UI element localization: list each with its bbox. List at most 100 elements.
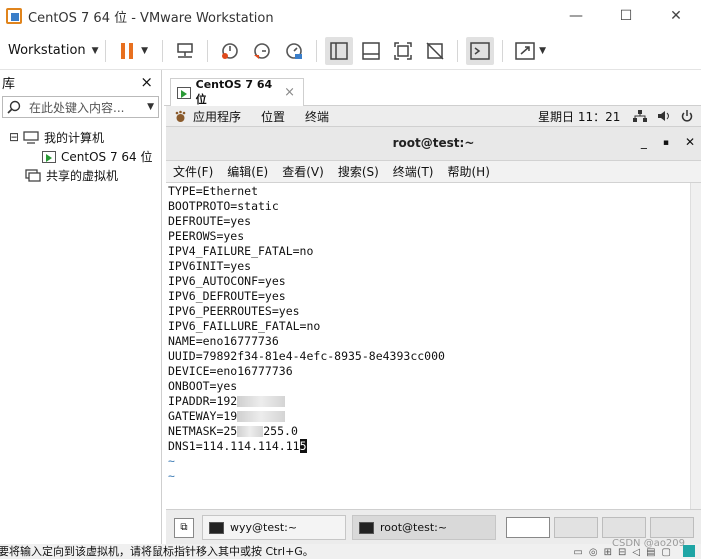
toolbar-divider: [104, 39, 106, 62]
collapse-toggle[interactable]: ⊟: [9, 131, 19, 143]
workspace-4[interactable]: [650, 517, 694, 538]
workstation-menu[interactable]: Workstation ▼: [8, 43, 99, 58]
terminal-title: root@test:~: [392, 136, 475, 150]
workspace-3[interactable]: [602, 517, 646, 538]
toolbar: Workstation ▼ ▼ ▼: [0, 32, 701, 70]
task-label: root@test:~: [380, 521, 448, 534]
library-view-icon: [329, 41, 348, 60]
terminal-close-button[interactable]: ✕: [685, 135, 695, 151]
terminal-line-ipaddr: IPADDR=192: [168, 394, 690, 409]
window-title: CentOS 7 64 位 - VMware Workstation: [28, 10, 274, 26]
snapshot-manager-button[interactable]: [280, 37, 308, 65]
redacted-value: [237, 396, 286, 407]
workspace-1[interactable]: [506, 517, 550, 538]
watermark: CSDN @ao209: [612, 538, 686, 549]
unity-mode-icon: [426, 41, 444, 60]
clock[interactable]: 星期日 11：21: [538, 108, 620, 125]
task-label: wyy@test:~: [230, 521, 298, 534]
chevron-down-icon[interactable]: ▼: [147, 102, 154, 112]
chevron-down-icon: ▼: [539, 45, 547, 56]
redacted-value: [237, 411, 286, 422]
terminal-line-dns: DNS1=114.114.114.115: [168, 439, 690, 454]
redacted-value: [237, 426, 264, 437]
console-view-button[interactable]: [465, 36, 494, 65]
terminal-line: IPV6INIT=yes: [168, 259, 252, 273]
ipaddr-text: IPADDR=192: [168, 394, 238, 408]
menu-edit[interactable]: 编辑(E): [227, 163, 268, 180]
menu-view[interactable]: 查看(V): [282, 163, 324, 180]
tree-item-shared-vms[interactable]: 共享的虚拟机: [0, 166, 161, 185]
terminal-menu-bar: 文件(F) 编辑(E) 查看(V) 搜索(S) 终端(T) 帮助(H): [166, 161, 701, 183]
maximize-button[interactable]: ☐: [601, 0, 651, 32]
cd-drive-icon[interactable]: ◎: [589, 545, 598, 559]
computer-icon: [23, 131, 39, 144]
tab-centos-vm[interactable]: CentOS 7 64 位 ×: [170, 78, 304, 106]
library-title: 库: [2, 76, 16, 92]
shared-vm-icon: [25, 168, 41, 182]
network-icon: [633, 110, 647, 122]
terminal-line: BOOTPROTO=static: [168, 199, 279, 213]
send-ctrl-alt-del-button[interactable]: [171, 37, 199, 65]
hard-disk-icon[interactable]: ▭: [573, 545, 582, 559]
status-bar: 要将输入定向到该虚拟机，请将鼠标指针移入其中或按 Ctrl+G。 ▭ ◎ ⊞ ⊟…: [0, 544, 701, 559]
library-panel: 库 × 在此处键入内容... ▼ ⊟ 我的计算机 CentOS 7 64 位 共…: [0, 70, 162, 544]
menu-help[interactable]: 帮助(H): [448, 163, 490, 180]
menu-file[interactable]: 文件(F): [173, 163, 213, 180]
terminal-line: IPV6_DEFROUTE=yes: [168, 289, 286, 303]
terminal-app-menu[interactable]: 终端: [305, 108, 329, 125]
full-screen-button[interactable]: [389, 37, 417, 65]
library-search-input[interactable]: 在此处键入内容... ▼: [2, 96, 159, 118]
minimize-button[interactable]: —: [551, 0, 601, 32]
full-screen-icon: [393, 41, 412, 60]
places-menu[interactable]: 位置: [261, 108, 285, 125]
chevron-down-icon: ▼: [91, 45, 99, 56]
terminal-line: ONBOOT=yes: [168, 379, 238, 393]
snapshot-take-button[interactable]: [216, 37, 244, 65]
gnome-foot-icon: [175, 110, 186, 122]
terminal-line: PEEROWS=yes: [168, 229, 245, 243]
guest-top-bar: 应用程序 位置 终端 星期日 11：21: [166, 106, 701, 127]
vm-running-icon: [42, 150, 56, 163]
terminal-minimize-button[interactable]: _: [641, 135, 647, 151]
terminal-line: NAME=eno16777736: [168, 334, 279, 348]
stretch-guest-button[interactable]: ▼: [511, 37, 551, 65]
show-library-button[interactable]: [324, 36, 353, 65]
tree-item-my-computer[interactable]: ⊟ 我的计算机: [0, 128, 161, 147]
terminal-line: DEFROUTE=yes: [168, 214, 252, 228]
toolbar-divider: [161, 39, 163, 62]
close-button[interactable]: ✕: [651, 0, 701, 32]
unity-button[interactable]: [421, 37, 449, 65]
vim-empty-line: ~: [168, 454, 175, 468]
search-icon: [7, 100, 21, 114]
tree-item-centos-vm[interactable]: CentOS 7 64 位: [0, 147, 161, 166]
suspend-button[interactable]: ▼: [114, 37, 154, 65]
task-root-terminal[interactable]: root@test:~: [352, 515, 496, 540]
workstation-menu-label: Workstation: [8, 43, 86, 58]
terminal-maximize-button[interactable]: ▪: [663, 135, 669, 151]
thumbnail-bar-button[interactable]: [357, 37, 385, 65]
terminal-line-netmask: NETMASK=25 255.0: [168, 424, 690, 439]
toolbar-divider: [206, 39, 208, 62]
menu-terminal[interactable]: 终端(T): [393, 163, 434, 180]
library-close-button[interactable]: ×: [140, 73, 153, 91]
terminal-line: IPV4_FAILURE_FATAL=no: [168, 244, 314, 258]
toolbar-divider: [501, 39, 503, 62]
vmware-logo-icon: [6, 8, 22, 24]
system-tray[interactable]: [633, 110, 693, 122]
terminal-scrollbar[interactable]: [690, 183, 701, 509]
network-adapter-icon[interactable]: ⊞: [604, 545, 612, 559]
tab-close-button[interactable]: ×: [284, 85, 295, 100]
stretch-icon: [515, 41, 535, 60]
tree-item-label: 我的计算机: [44, 131, 105, 145]
applications-menu[interactable]: 应用程序: [174, 108, 241, 125]
tree-item-label: 共享的虚拟机: [46, 169, 119, 183]
menu-search[interactable]: 搜索(S): [338, 163, 379, 180]
task-wyy-terminal[interactable]: wyy@test:~: [202, 515, 346, 540]
show-desktop-button[interactable]: ⧉: [174, 518, 194, 538]
terminal-output[interactable]: TYPE=Ethernet BOOTPROTO=static DEFROUTE=…: [166, 183, 690, 509]
title-bar: CentOS 7 64 位 - VMware Workstation — ☐ ✕: [0, 0, 701, 32]
workspace-2[interactable]: [554, 517, 598, 538]
terminal-line: IPV6_PEERROUTES=yes: [168, 304, 300, 318]
snapshot-revert-button[interactable]: [248, 37, 276, 65]
vm-tab-strip: CentOS 7 64 位 ×: [164, 70, 701, 106]
